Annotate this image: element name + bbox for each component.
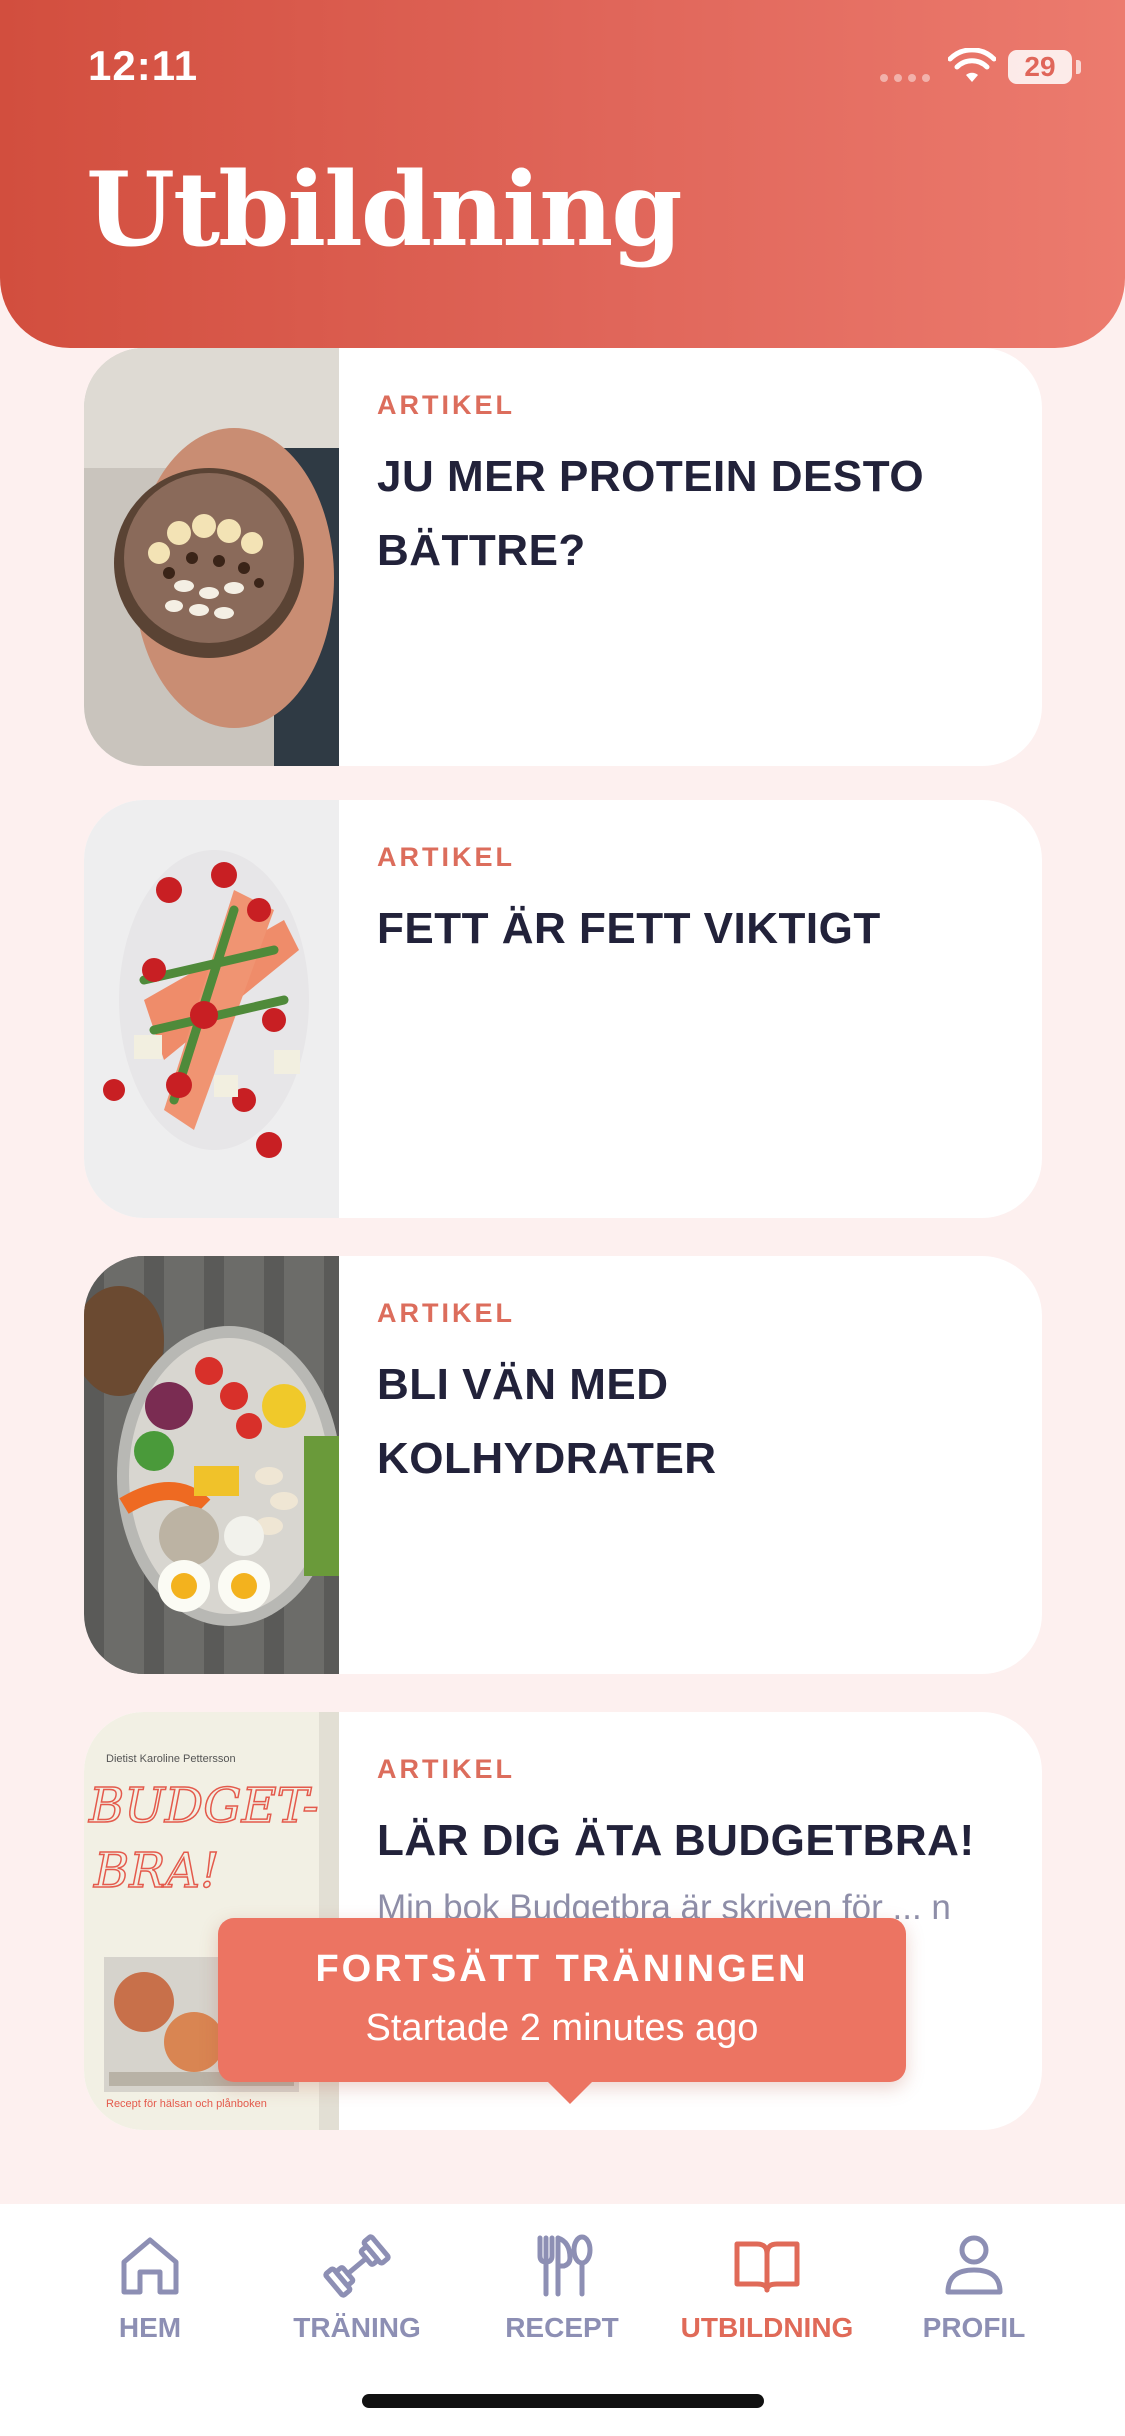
article-image [84,800,339,1218]
wifi-icon [948,48,996,82]
article-category: ARTIKEL [377,842,515,872]
tab-education[interactable]: UTBILDNING [672,2230,862,2344]
book-icon [734,2241,800,2293]
svg-text:Recept för hälsan och plånboke: Recept för hälsan och plånboken [106,2098,267,2110]
cellular-signal-icon [880,74,930,82]
tab-label: UTBILDNING [680,2312,854,2343]
tab-training[interactable]: TRÄNING [262,2230,452,2344]
article-category: ARTIKEL [377,390,515,420]
home-icon [121,2237,179,2295]
article-title: FETT ÄR FETT VIKTIGT [377,904,881,953]
fork-spoon-icon [537,2234,593,2297]
battery-icon: 29 [1008,50,1072,84]
article-image [84,348,339,766]
article-card[interactable]: ARTIKEL JU MER PROTEIN DESTO BÄTTRE? [84,348,1042,766]
tab-profile[interactable]: PROFIL [879,2230,1069,2344]
article-title: LÄR DIG ÄTA BUDGETBRA! [377,1816,975,1865]
tab-label: PROFIL [922,2312,1026,2343]
person-icon [945,2235,1003,2295]
article-title: JU MER PROTEIN DESTO BÄTTRE? [377,452,925,575]
tab-label: HEM [118,2312,182,2343]
dumbbell-icon [323,2234,391,2298]
tab-label: TRÄNING [293,2312,421,2343]
svg-text:BRA!: BRA! [93,1843,219,1899]
article-category: ARTIKEL [377,1754,515,1784]
toast-subtitle: Startade 2 minutes ago [365,2007,759,2049]
article-image [84,1256,339,1674]
svg-text:BUDGET-: BUDGET- [88,1778,319,1834]
page-header: 12:11 29 Utbildning [0,0,1125,348]
home-indicator[interactable] [362,2394,764,2408]
continue-training-toast[interactable]: FORTSÄTT TRÄNINGEN Startade 2 minutes ag… [218,1918,906,2104]
article-category: ARTIKEL [377,1298,515,1328]
page-title: Utbildning [86,150,683,270]
svg-text:Dietist Karoline Pettersson: Dietist Karoline Pettersson [106,1753,236,1765]
tab-recipes[interactable]: RECEPT [467,2230,657,2344]
article-card[interactable]: ARTIKEL BLI VÄN MED KOLHYDRATER [84,1256,1042,1674]
article-title: BLI VÄN MED KOLHYDRATER [377,1360,717,1483]
toast-title: FORTSÄTT TRÄNINGEN [315,1948,809,1990]
tab-label: RECEPT [505,2312,619,2343]
tab-home[interactable]: HEM [55,2230,245,2344]
article-card[interactable]: ARTIKEL FETT ÄR FETT VIKTIGT [84,800,1042,1218]
battery-cap [1076,60,1081,74]
status-time: 12:11 [88,42,199,89]
